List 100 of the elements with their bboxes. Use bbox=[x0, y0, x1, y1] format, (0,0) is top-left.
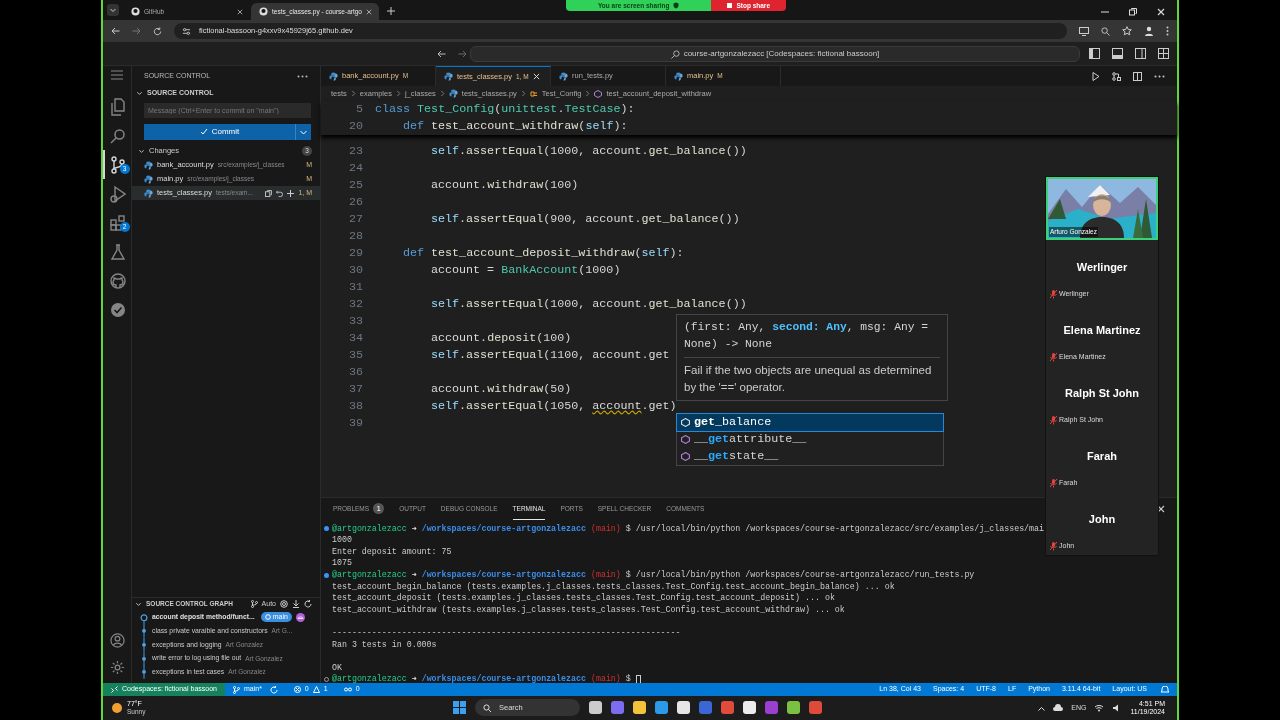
checkmark-icon[interactable] bbox=[110, 301, 126, 318]
python-file-icon bbox=[444, 72, 453, 81]
command-center[interactable]: course-artgonzalezacc [Codespaces: fictional bassoon] bbox=[470, 46, 1080, 62]
commit-dropdown-button[interactable] bbox=[295, 124, 311, 140]
line-number: 20 bbox=[347, 117, 363, 135]
open-file-icon[interactable] bbox=[265, 189, 273, 197]
fetch-icon[interactable] bbox=[292, 600, 300, 609]
stage-icon[interactable] bbox=[287, 189, 295, 197]
code-line: def test_account_deposit_withdraw(self): bbox=[403, 244, 684, 262]
split-editor-icon[interactable] bbox=[1133, 71, 1142, 81]
terminal-line: test_account_withdraw (tests.examples.j_classes.tests_classes.Test_Config.test_account_withdraw) ... ok bbox=[332, 603, 845, 616]
remote-icon bbox=[111, 686, 118, 693]
terminal-line: @artgonzalezacc ➜ /workspaces/course-artgonzalezacc (main) $ /usr/local/bin/python /workspaces/course-artgonzalezacc/src/examples/j_classes/mai bbox=[332, 522, 1046, 535]
panel-bottom-icon[interactable] bbox=[1112, 48, 1123, 59]
code-line: self.assertEqual(1000, account.get_balance()) bbox=[431, 295, 747, 313]
more-actions-icon[interactable] bbox=[297, 74, 308, 78]
line-number: 31 bbox=[347, 278, 363, 296]
python-file-icon bbox=[144, 174, 153, 184]
search-icon[interactable] bbox=[110, 127, 126, 144]
forward-icon[interactable] bbox=[458, 50, 467, 58]
chevron-icon bbox=[439, 90, 445, 97]
bookmark-star-icon[interactable] bbox=[1122, 26, 1132, 36]
line-number: 35 bbox=[347, 346, 363, 364]
stop-icon bbox=[727, 3, 733, 8]
taskbar-app-icon[interactable] bbox=[809, 701, 822, 714]
explorer-icon[interactable] bbox=[110, 97, 126, 116]
discard-icon[interactable] bbox=[276, 189, 284, 197]
code-line: self.assertEqual(900, account.get_balance()) bbox=[431, 210, 740, 228]
source-control-icon[interactable] bbox=[110, 155, 126, 174]
terminal-line: ---------------------------------------------------------------------- bbox=[332, 626, 681, 639]
close-icon[interactable] bbox=[1157, 8, 1165, 16]
reload-icon[interactable] bbox=[153, 26, 162, 36]
commit-button[interactable]: Commit bbox=[144, 124, 295, 140]
cloud-icon[interactable] bbox=[1053, 704, 1064, 712]
terminal-line: 1000 bbox=[332, 534, 352, 547]
compare-changes-icon[interactable] bbox=[1112, 71, 1121, 81]
minimize-icon[interactable] bbox=[1101, 8, 1109, 16]
taskbar-app-icon[interactable] bbox=[611, 701, 624, 714]
suggestion-label: get_balance bbox=[694, 413, 772, 431]
python-file-icon bbox=[448, 89, 458, 98]
shield-icon bbox=[673, 2, 680, 9]
taskbar-app-icon[interactable] bbox=[589, 701, 602, 714]
taskbar-app-icon[interactable] bbox=[633, 701, 646, 714]
site-settings-icon[interactable] bbox=[182, 26, 191, 36]
line-number: 33 bbox=[347, 312, 363, 330]
run-debug-icon[interactable] bbox=[110, 184, 126, 203]
more-actions-icon[interactable] bbox=[1154, 74, 1165, 78]
taskbar-app-icon[interactable] bbox=[655, 701, 668, 714]
line-number: 28 bbox=[347, 227, 363, 245]
wifi-icon[interactable] bbox=[1094, 704, 1105, 712]
back-icon[interactable] bbox=[437, 50, 446, 58]
taskbar-app-icon[interactable] bbox=[677, 701, 690, 714]
back-icon[interactable] bbox=[111, 27, 120, 35]
sun-icon bbox=[111, 702, 123, 714]
more-menu-icon[interactable] bbox=[1166, 26, 1169, 36]
profile-icon[interactable] bbox=[1144, 26, 1154, 36]
line-number: 23 bbox=[347, 142, 363, 160]
layout-icon[interactable] bbox=[1158, 48, 1169, 59]
chevron-icon bbox=[300, 129, 307, 135]
taskbar-app-icon[interactable] bbox=[721, 701, 734, 714]
account-icon[interactable] bbox=[109, 633, 125, 648]
line-number: 5 bbox=[355, 100, 363, 118]
restore-icon[interactable] bbox=[1129, 8, 1137, 16]
forward-icon[interactable] bbox=[132, 27, 141, 35]
extensions-icon[interactable] bbox=[110, 214, 126, 231]
checkmark-icon bbox=[199, 128, 208, 136]
taskbar-app-icon[interactable] bbox=[787, 701, 800, 714]
start-icon[interactable] bbox=[453, 701, 466, 714]
code-line: def test_account_withdraw(self): bbox=[403, 117, 628, 135]
run-icon[interactable] bbox=[1092, 71, 1100, 81]
branch-icon[interactable] bbox=[250, 600, 258, 609]
cast-icon[interactable] bbox=[1079, 26, 1089, 36]
zoom-icon[interactable] bbox=[1101, 26, 1110, 36]
sync-icon[interactable] bbox=[269, 685, 278, 694]
settings-icon[interactable] bbox=[109, 660, 125, 675]
close-icon[interactable] bbox=[237, 8, 243, 15]
warning-icon bbox=[312, 686, 320, 693]
chevron-up-icon[interactable] bbox=[1038, 705, 1046, 711]
chevron-icon bbox=[585, 90, 591, 97]
flask-icon[interactable] bbox=[110, 243, 126, 260]
code-line: class Test_Config(unittest.TestCase): bbox=[375, 100, 635, 118]
chevron-icon[interactable] bbox=[138, 147, 145, 155]
close-icon[interactable] bbox=[532, 73, 540, 80]
line-number: 36 bbox=[347, 363, 363, 381]
chevron-icon bbox=[350, 90, 356, 97]
suggestion-label: __getstate__ bbox=[694, 447, 779, 465]
participant-name: Farah bbox=[1086, 449, 1118, 465]
taskbar-app-icon[interactable] bbox=[743, 701, 756, 714]
signature-text: (first: Any, second: Any, msg: Any = None) -> None bbox=[684, 320, 930, 352]
panel-left-icon[interactable] bbox=[1089, 48, 1100, 59]
chevron-icon[interactable] bbox=[135, 600, 142, 608]
code-line: account.withdraw(100) bbox=[431, 176, 579, 194]
panel-right-icon[interactable] bbox=[1135, 48, 1146, 59]
new-tab-icon[interactable] bbox=[387, 7, 395, 15]
chevron-icon[interactable] bbox=[136, 89, 143, 97]
bell-icon[interactable] bbox=[1161, 685, 1169, 694]
suggestion-item[interactable]: get_balance bbox=[677, 414, 943, 431]
tab-list-icon[interactable] bbox=[107, 4, 119, 16]
refresh-icon[interactable] bbox=[304, 600, 312, 609]
ports-icon bbox=[343, 686, 352, 693]
